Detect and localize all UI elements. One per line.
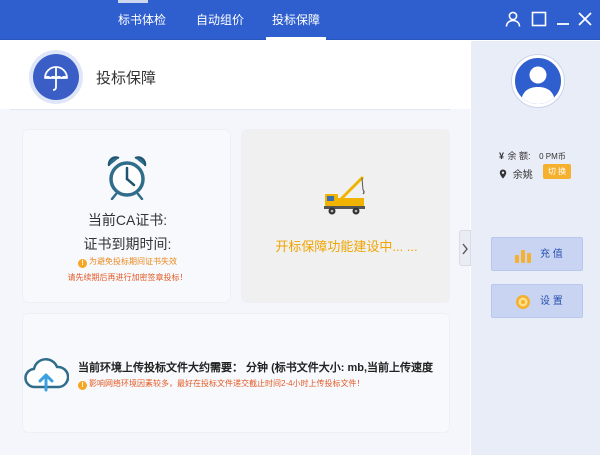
ca-expire-label: 证书到期时间: xyxy=(83,236,172,252)
open-guarantee-card[interactable]: 开标保障功能建设中... ... xyxy=(241,129,450,303)
warning-icon: ! xyxy=(78,381,87,390)
location-pin-icon xyxy=(499,169,507,179)
ca-warning-text1: 为避免投标期间证书失效 xyxy=(89,257,177,266)
maximize-icon[interactable] xyxy=(530,10,548,28)
chevron-right-icon xyxy=(462,243,468,255)
main-panel: 投标保障 当前CA证书: 证书到期时间: ! 为避免投标期间证书失效 请先续期后再… xyxy=(0,41,470,455)
settings-label: 设 置 xyxy=(540,296,563,307)
sidebar-collapse-button[interactable] xyxy=(459,230,471,266)
warning-icon: ! xyxy=(78,259,87,268)
ca-certificate-card: 当前CA证书: 证书到期时间: ! 为避免投标期间证书失效 请先续期后再进行加密签… xyxy=(22,129,231,303)
ca-warning-line1: ! 为避免投标期间证书失效 xyxy=(23,256,232,268)
upload-estimate-text: 当前环境上传投标文件大约需要： 分钟 (标书文件大小: mb,当前上传速度 xyxy=(78,362,434,374)
balance-row: ¥ 余 额: 0 PM币 xyxy=(499,149,566,162)
minimize-icon[interactable] xyxy=(554,10,572,28)
yen-icon: ¥ xyxy=(499,151,505,161)
page-header: 投标保障 xyxy=(0,41,470,109)
balance-value: 0 PM币 xyxy=(539,152,566,161)
recharge-button[interactable]: 充 值 xyxy=(491,237,583,271)
account-sidebar: ¥ 余 额: 0 PM币 余姚 切 换 充 值 设 置 xyxy=(471,41,600,455)
tab-auto-pricing[interactable]: 自动组价 xyxy=(190,0,250,40)
upload-estimate-card: 当前环境上传投标文件大约需要： 分钟 (标书文件大小: mb,当前上传速度 ! 影… xyxy=(22,313,450,433)
switch-account-button[interactable]: 切 换 xyxy=(543,164,571,179)
umbrella-icon xyxy=(33,54,79,100)
coins-icon xyxy=(515,250,531,263)
recharge-label: 充 值 xyxy=(540,249,563,260)
gear-icon xyxy=(516,295,530,309)
top-nav-bar: 标书体检 自动组价 投标保障 xyxy=(0,0,600,40)
header-divider xyxy=(10,109,450,110)
username-row: 余姚 xyxy=(499,166,533,181)
alarm-clock-icon xyxy=(107,156,147,200)
cloud-upload-icon xyxy=(24,358,69,392)
page-title: 投标保障 xyxy=(96,70,157,87)
user-icon[interactable] xyxy=(504,10,522,28)
ca-certificate-label: 当前CA证书: xyxy=(87,212,168,228)
upload-warning-text: 影响网络环境因素较多，最好在投标文件递交截止时间2-4小时上传投标文件！ xyxy=(89,379,365,388)
upload-warning: ! 影响网络环境因素较多，最好在投标文件递交截止时间2-4小时上传投标文件！ xyxy=(78,378,365,390)
close-icon[interactable] xyxy=(576,10,594,28)
settings-button[interactable]: 设 置 xyxy=(491,284,583,318)
balance-label: 余 额: xyxy=(507,151,531,161)
ca-warning-line2: 请先续期后再进行加密签章投标！ xyxy=(67,273,188,282)
username: 余姚 xyxy=(512,170,533,181)
tab-bid-guarantee[interactable]: 投标保障 xyxy=(266,0,326,40)
open-guarantee-text: 开标保障功能建设中... ... xyxy=(275,239,418,254)
user-avatar-icon[interactable] xyxy=(512,55,564,107)
crane-truck-icon xyxy=(324,176,365,215)
tab-bid-check[interactable]: 标书体检 xyxy=(112,0,172,40)
